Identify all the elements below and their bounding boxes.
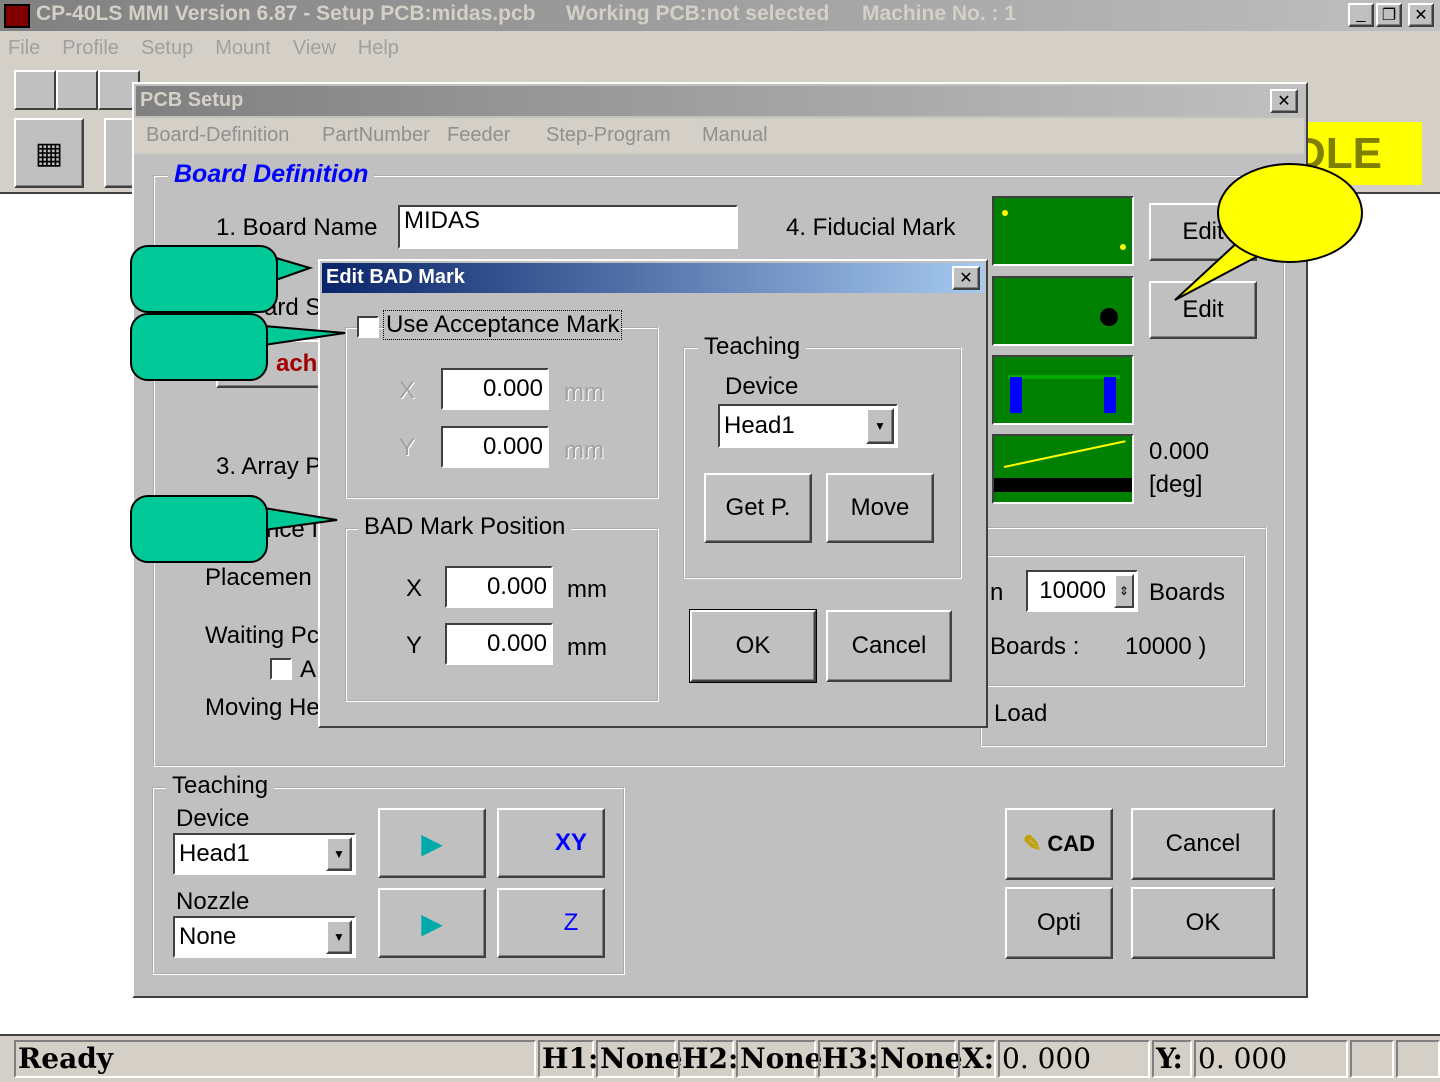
status-h1: None [596,1040,682,1078]
status-pane-2 [1396,1040,1440,1078]
callout-bad-position [130,495,268,563]
status-h3: None [876,1040,962,1078]
status-y: 0. 000 [1194,1040,1348,1078]
status-h2-label: H2: [678,1040,738,1078]
callout-tail-1 [275,256,314,282]
callout-tail-3 [263,506,338,532]
callout-tail-2 [263,324,346,347]
status-x-label: X: [958,1040,996,1078]
yellow-callout [1217,163,1363,263]
status-ready: Ready [14,1040,536,1078]
status-x: 0. 000 [998,1040,1150,1078]
callout-acceptance-mark [130,313,268,381]
status-h2: None [736,1040,822,1078]
status-pane-1 [1350,1040,1394,1078]
status-h1-label: H1: [538,1040,598,1078]
status-y-label: Y: [1152,1040,1192,1078]
status-h3-label: H3: [818,1040,878,1078]
callout-board-size [130,245,278,313]
